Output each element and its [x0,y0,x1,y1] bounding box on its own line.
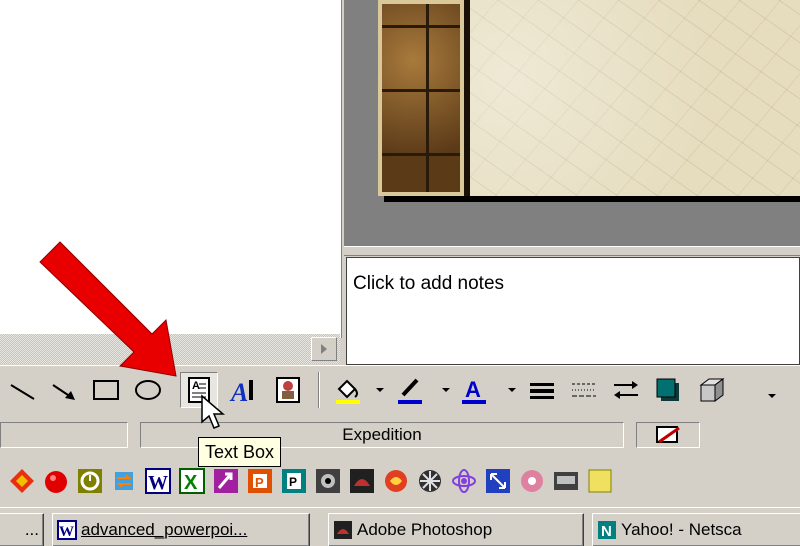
fan-icon[interactable] [416,467,444,495]
svg-text:X: X [184,472,198,494]
task-label: Yahoo! - Netsca [621,520,742,539]
drawing-toolbar: A A A [0,365,800,417]
task-button-photoshop[interactable]: Adobe Photoshop [328,513,584,546]
word-icon[interactable]: W [144,467,172,495]
svg-text:A: A [192,380,200,392]
3d-dropdown-icon[interactable] [768,394,776,398]
fill-color-dropdown-icon[interactable] [376,388,384,392]
line-style-icon[interactable] [524,372,560,408]
spell-check-icon[interactable] [636,422,700,448]
publisher-icon[interactable]: P [280,467,308,495]
dash-style-icon[interactable] [566,372,602,408]
notes-placeholder: Click to add notes [353,273,505,294]
atom-icon[interactable] [450,467,478,495]
toolbar-separator [318,372,320,408]
scanner-icon[interactable] [552,467,580,495]
powerpoint-icon[interactable]: P [246,467,274,495]
map-strip-image [378,0,470,196]
svg-text:P: P [289,475,297,489]
powerpoint-window: Click to add notes A A A Expedition W X … [0,0,800,546]
netscape-icon: N [598,521,616,540]
font-color-icon[interactable]: A [456,372,492,408]
svg-text:A: A [229,378,248,405]
task-button-netscape[interactable]: N Yahoo! - Netsca [592,513,800,546]
task-label: advanced_powerpoi... [81,520,248,539]
task-label: Adobe Photoshop [357,520,493,539]
task-button-partial[interactable]: ... [0,513,44,546]
red-circle-icon[interactable] [42,467,70,495]
slide-number-panel [0,422,128,448]
svg-text:W: W [59,524,74,540]
font-color-dropdown-icon[interactable] [508,388,516,392]
outline-pane[interactable] [0,0,342,338]
task-button-word[interactable]: W advanced_powerpoi... [52,513,310,546]
word-icon: W [57,520,77,540]
quick-launch-bar: W X P P [0,457,800,507]
slide-canvas[interactable] [378,0,800,196]
tooltip: Text Box [198,437,282,467]
pen-icon[interactable] [392,372,428,408]
oval-icon[interactable] [130,372,166,408]
status-bar: Expedition [0,417,800,457]
svg-text:A: A [465,377,481,402]
mouse-cursor-icon [201,394,226,429]
scroll-right-icon[interactable] [311,337,337,361]
arrows-icon[interactable] [484,467,512,495]
arrow-style-icon[interactable] [608,372,644,408]
sync-icon[interactable] [110,467,138,495]
access-icon[interactable] [212,467,240,495]
line-icon[interactable] [6,372,40,408]
taskbar: ... W advanced_powerpoi... Adobe Photosh… [0,507,800,546]
pane-splitter[interactable] [344,246,800,256]
flower-icon[interactable] [518,467,546,495]
line-color-dropdown-icon[interactable] [442,388,450,392]
photoshop-icon [334,521,352,539]
excel-icon[interactable]: X [178,467,206,495]
3d-icon[interactable] [694,372,730,408]
shadow-icon[interactable] [650,372,686,408]
clip-art-icon[interactable] [270,372,306,408]
scheduler-icon[interactable] [76,467,104,495]
wordart-icon[interactable]: A [226,372,262,408]
paint-bucket-icon[interactable] [330,372,366,408]
svg-text:N: N [601,523,612,540]
svg-text:W: W [148,472,168,494]
map-frame [378,0,466,196]
extra-icon[interactable] [586,467,614,495]
rectangle-icon[interactable] [88,372,124,408]
photo-icon[interactable] [348,467,376,495]
notes-pane[interactable]: Click to add notes [346,257,800,365]
svg-text:P: P [255,475,264,490]
outline-horizontal-scrollbar[interactable] [0,334,340,364]
diamond-app-icon[interactable] [8,467,36,495]
task-label: ... [24,520,39,539]
arrow-icon[interactable] [46,372,82,408]
camera-icon[interactable] [314,467,342,495]
slide-pane[interactable] [344,0,800,246]
swirl-icon[interactable] [382,467,410,495]
